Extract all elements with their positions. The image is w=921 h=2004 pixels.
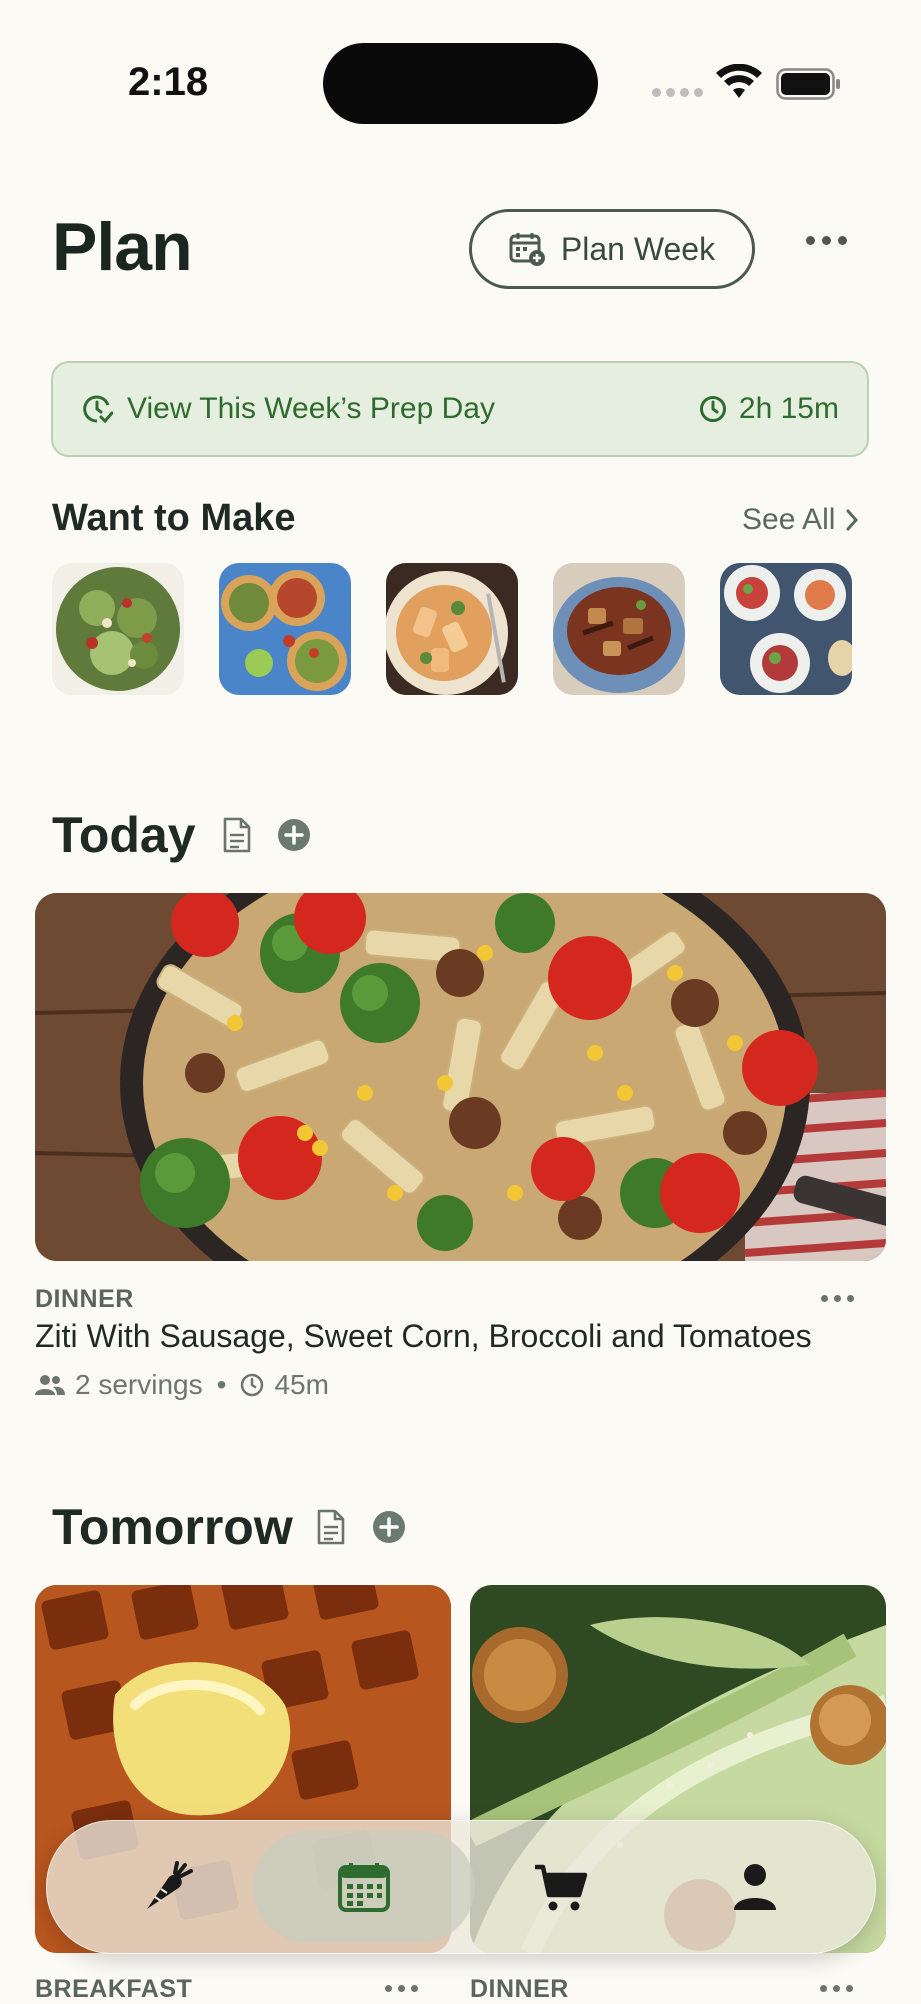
clock-icon [699,396,726,422]
time-text: 45m [274,1369,329,1400]
tomorrow-breakfast-type: BREAKFAST [35,1975,193,2003]
breakfast-more-icon[interactable] [385,1985,418,1992]
tab-grocery[interactable] [501,1821,621,1953]
want-to-make-thumb-salad[interactable] [52,563,184,695]
status-time: 2:18 [128,60,209,104]
page-title: Plan [52,209,193,285]
carrot-icon [147,1861,193,1909]
today-meal-meta: 2 servings • 45m [35,1369,329,1401]
want-to-make-thumb-pasta[interactable] [386,563,518,695]
today-meal-type: DINNER [35,1285,134,1313]
dinner-more-icon[interactable] [820,1985,853,1992]
notes-icon[interactable] [222,816,252,854]
prep-day-duration: 2h 15m [738,392,839,425]
prep-day-label: View This Week’s Prep Day [127,392,495,425]
clock-check-icon [83,395,113,424]
tab-bar [46,1820,876,1954]
tab-recipes[interactable] [107,1821,227,1953]
person-icon [734,1864,776,1910]
today-meal-more-icon[interactable] [821,1295,854,1302]
today-recipe-name[interactable]: Ziti With Sausage, Sweet Corn, Broccoli … [35,1318,812,1355]
dynamic-island [323,43,598,124]
battery-icon [776,68,840,100]
add-meal-icon[interactable] [277,818,311,852]
tomorrow-dinner-type: DINNER [470,1975,569,2003]
servings-icon [35,1375,65,1395]
clock-icon [241,1373,264,1397]
tab-plan[interactable] [304,1821,424,1953]
meta-separator: • [216,1369,227,1400]
chevron-right-icon [846,509,859,531]
see-all-label: See All [742,503,836,536]
cellular-signal-icon [652,88,703,97]
wifi-icon [716,64,762,98]
more-options-icon[interactable] [806,236,847,245]
cart-icon [535,1864,588,1911]
add-meal-icon[interactable] [372,1510,406,1544]
plan-week-button[interactable]: Plan Week [469,209,755,289]
notes-icon[interactable] [316,1508,346,1546]
today-meal-image[interactable] [35,893,886,1261]
today-title: Today [52,807,196,863]
prep-day-banner[interactable]: View This Week’s Prep Day 2h 15m [51,361,869,457]
want-to-make-thumb-plated[interactable] [720,563,852,695]
want-to-make-thumb-tostadas[interactable] [219,563,351,695]
tab-profile[interactable] [695,1821,815,1953]
plan-week-label: Plan Week [560,230,716,267]
calendar-icon [338,1863,390,1912]
see-all-link[interactable]: See All [742,503,859,537]
tomorrow-title: Tomorrow [52,1499,293,1555]
calendar-add-icon [509,233,545,266]
want-to-make-thumb-stir-fry[interactable] [553,563,685,695]
servings-text: 2 servings [75,1369,203,1400]
want-to-make-title: Want to Make [52,497,296,539]
